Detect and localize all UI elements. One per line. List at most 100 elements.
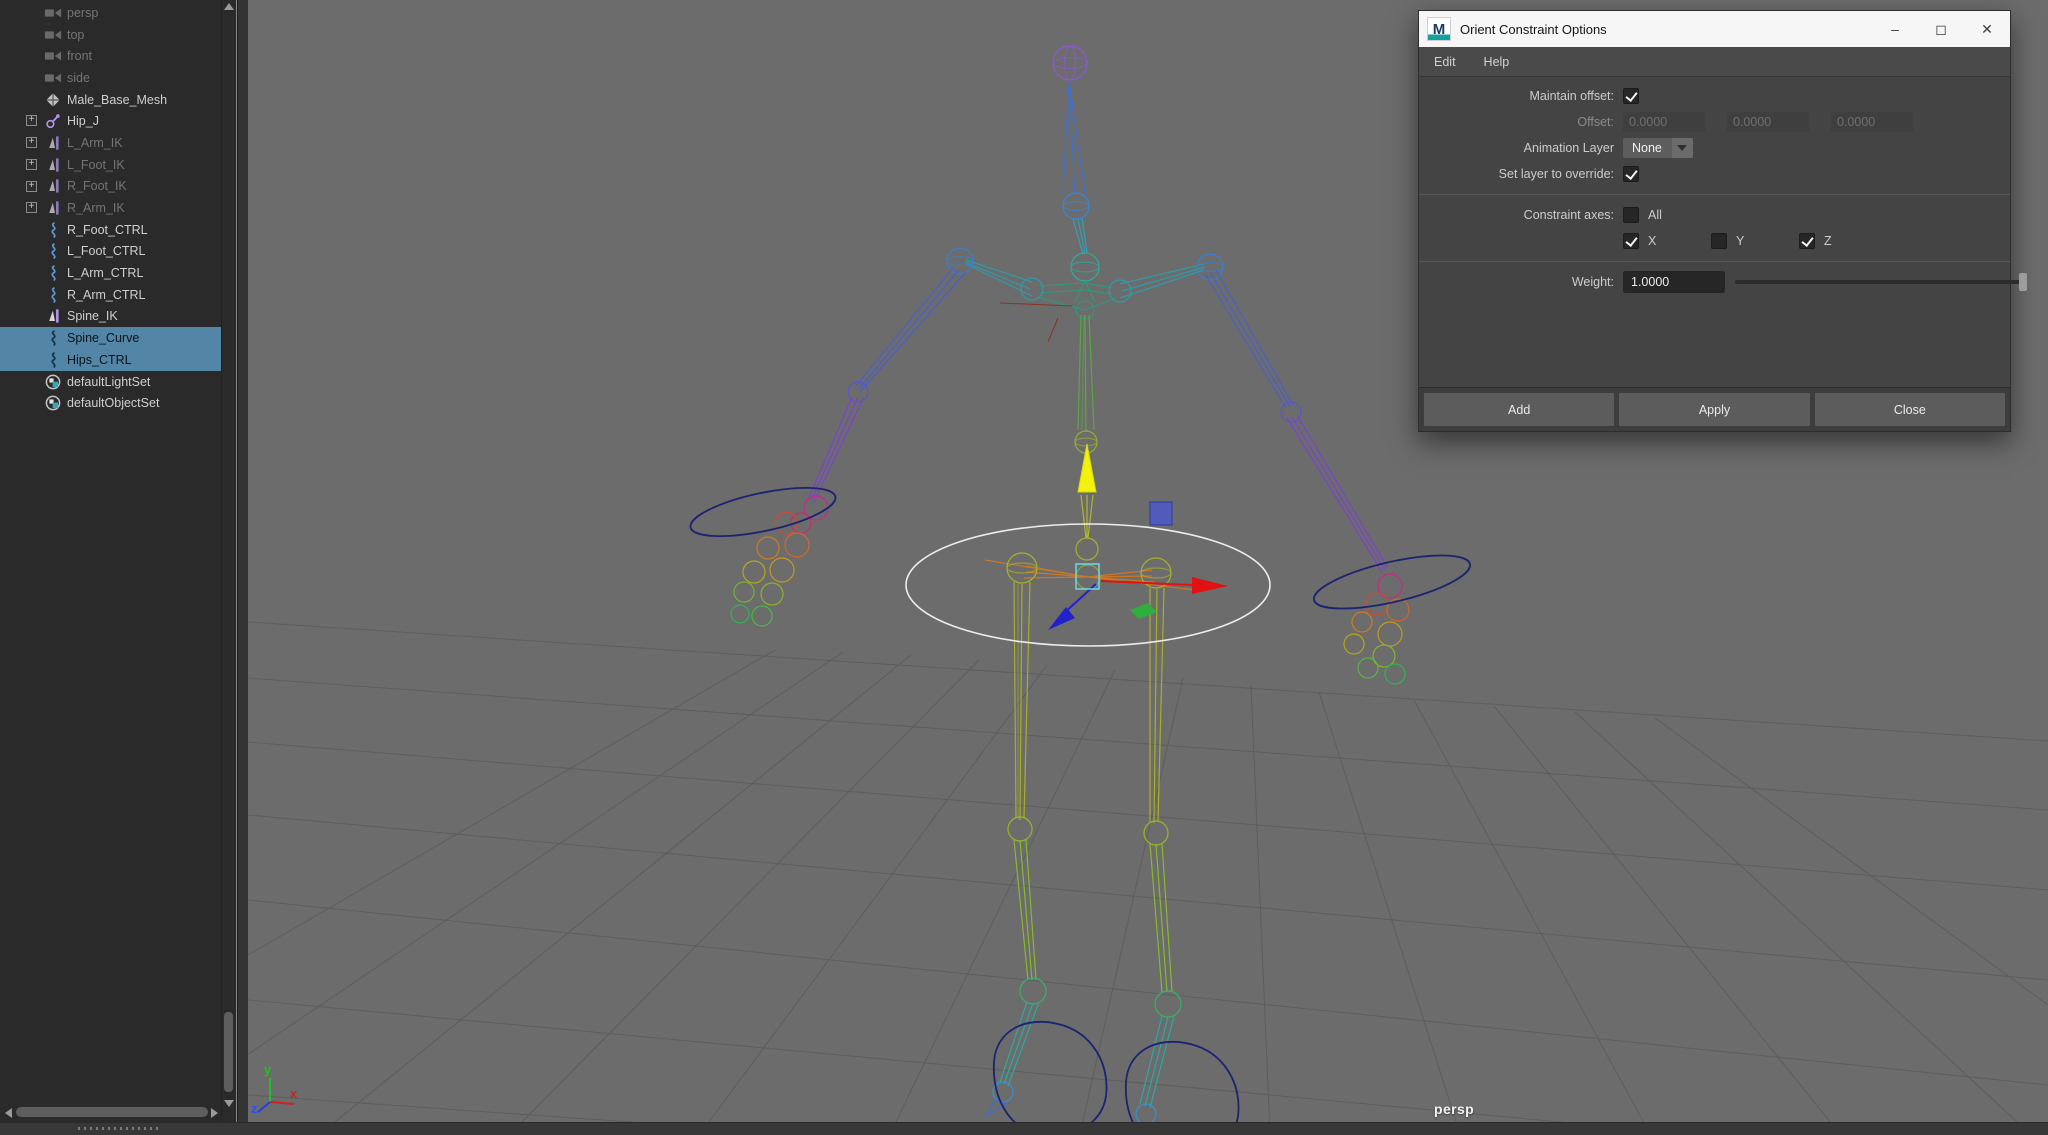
- manipulator-xz-plane-handle: [1130, 603, 1157, 619]
- horizontal-scroll-thumb[interactable]: [16, 1107, 208, 1117]
- axis-z-checkbox[interactable]: [1799, 233, 1815, 249]
- scroll-up-icon[interactable]: [224, 3, 234, 10]
- expand-toggle[interactable]: [26, 159, 37, 170]
- vertical-scroll-thumb[interactable]: [224, 1012, 233, 1092]
- outliner-item-r-arm-ik[interactable]: R_Arm_IK: [0, 197, 221, 219]
- axis-x-label: x: [290, 1086, 298, 1101]
- outliner-item-front[interactable]: front: [0, 45, 221, 67]
- outliner-item-l-foot-ctrl[interactable]: L_Foot_CTRL: [0, 241, 221, 263]
- offset-z-field[interactable]: [1831, 112, 1913, 132]
- orient-constraint-options-dialog: M Orient Constraint Options – ◻ ✕ Edit H…: [1418, 10, 2011, 432]
- outliner-item-top[interactable]: top: [0, 24, 221, 46]
- outliner-item-persp[interactable]: persp: [0, 2, 221, 24]
- outliner-item-label: defaultLightSet: [67, 375, 150, 389]
- outliner-item-side[interactable]: side: [0, 67, 221, 89]
- outliner-item-hips-ctrl[interactable]: Hips_CTRL: [0, 349, 236, 371]
- right-arm-control-circle: [1310, 545, 1475, 620]
- camera-icon: [44, 48, 62, 64]
- outliner-item-label: Hip_J: [67, 114, 99, 128]
- ik-handle-icon: [44, 200, 62, 216]
- curve-icon: [44, 330, 62, 346]
- right-foot-control-curve: [1126, 1042, 1239, 1134]
- panel-divider[interactable]: [237, 0, 248, 1122]
- maximize-icon[interactable]: ◻: [1918, 11, 1964, 47]
- outliner-item-label: R_Foot_CTRL: [67, 223, 148, 237]
- offset-x-field[interactable]: [1623, 112, 1705, 132]
- expand-toggle[interactable]: [26, 115, 37, 126]
- axis-x-checkbox[interactable]: [1623, 233, 1639, 249]
- ik-handle-icon: [44, 178, 62, 194]
- outliner-item-l-arm-ctrl[interactable]: L_Arm_CTRL: [0, 262, 221, 284]
- neck-joint: [1063, 193, 1089, 219]
- outliner-item-label: persp: [67, 6, 98, 20]
- axis-z-label: z: [251, 1101, 258, 1116]
- outliner-item-l-foot-ik[interactable]: L_Foot_IK: [0, 154, 221, 176]
- outliner-item-male-base-mesh[interactable]: Male_Base_Mesh: [0, 89, 221, 111]
- maintain-offset-checkbox[interactable]: [1623, 88, 1639, 104]
- outliner-horizontal-scrollbar[interactable]: [0, 1104, 221, 1122]
- head-joint: [1053, 46, 1087, 80]
- close-icon[interactable]: ✕: [1964, 11, 2010, 47]
- outliner-item-label: Spine_Curve: [67, 331, 139, 345]
- mesh-icon: [44, 92, 62, 108]
- expand-toggle[interactable]: [26, 137, 37, 148]
- outliner-vertical-scrollbar[interactable]: [221, 0, 236, 1122]
- set-icon: [44, 374, 62, 390]
- outliner-item-default-light-set[interactable]: defaultLightSet: [0, 371, 221, 393]
- animation-layer-dropdown[interactable]: None: [1623, 138, 1693, 158]
- scroll-right-icon[interactable]: [211, 1108, 218, 1118]
- outliner-item-r-foot-ik[interactable]: R_Foot_IK: [0, 176, 221, 198]
- axis-y-checkbox[interactable]: [1711, 233, 1727, 249]
- outliner-item-r-foot-ctrl[interactable]: R_Foot_CTRL: [0, 219, 221, 241]
- outliner-item-label: top: [67, 28, 84, 42]
- weight-slider[interactable]: [1735, 271, 2027, 293]
- outliner-item-default-object-set[interactable]: defaultObjectSet: [0, 392, 221, 414]
- set-layer-override-checkbox[interactable]: [1623, 166, 1639, 182]
- outliner-item-label: L_Foot_IK: [67, 158, 125, 172]
- right-hand-joints: [1344, 574, 1409, 684]
- menu-edit[interactable]: Edit: [1434, 55, 1456, 69]
- add-button[interactable]: Add: [1424, 393, 1614, 426]
- curve-icon: [44, 352, 62, 368]
- constraint-axes-label: Constraint axes:: [1419, 208, 1623, 222]
- separator: [1419, 261, 2010, 262]
- apply-button[interactable]: Apply: [1619, 393, 1809, 426]
- minimize-icon[interactable]: –: [1872, 11, 1918, 47]
- dialog-content: Maintain offset: Offset: Animation Layer…: [1419, 77, 2010, 386]
- offset-y-field[interactable]: [1727, 112, 1809, 132]
- outliner-item-label: Male_Base_Mesh: [67, 93, 167, 107]
- maya-logo-icon: M: [1427, 17, 1451, 41]
- slider-groove: [1735, 280, 2027, 284]
- axis-all-checkbox[interactable]: [1623, 207, 1639, 223]
- outliner-item-spine-curve[interactable]: Spine_Curve: [0, 327, 236, 349]
- axis-y-label: Y: [1736, 234, 1744, 248]
- slider-handle[interactable]: [2019, 273, 2027, 291]
- outliner-item-label: defaultObjectSet: [67, 396, 159, 410]
- spine-bones: [1078, 315, 1094, 432]
- outliner-item-l-arm-ik[interactable]: L_Arm_IK: [0, 132, 221, 154]
- expand-toggle[interactable]: [26, 181, 37, 192]
- outliner-item-spine-ik[interactable]: Spine_IK: [0, 306, 221, 328]
- close-button[interactable]: Close: [1815, 393, 2005, 426]
- expand-toggle[interactable]: [26, 202, 37, 213]
- resize-grip-dots[interactable]: [78, 1127, 162, 1130]
- menu-help[interactable]: Help: [1484, 55, 1510, 69]
- manipulator-x-cone: [1192, 577, 1228, 594]
- camera-icon: [44, 70, 62, 86]
- outliner-item-hip-j[interactable]: Hip_J: [0, 110, 221, 132]
- scroll-down-icon[interactable]: [224, 1100, 234, 1107]
- lower-spine-bone: [1076, 495, 1098, 560]
- dialog-title: Orient Constraint Options: [1460, 22, 1607, 37]
- dialog-titlebar[interactable]: M Orient Constraint Options – ◻ ✕: [1419, 11, 2010, 47]
- scroll-left-icon[interactable]: [5, 1108, 12, 1118]
- weight-field[interactable]: [1623, 271, 1725, 293]
- ground-grid: [130, 622, 2048, 1134]
- ik-handle-icon: [44, 157, 62, 173]
- neck-bone: [1063, 81, 1085, 196]
- weight-label: Weight:: [1419, 275, 1623, 289]
- clavicle-web: [1036, 281, 1116, 319]
- outliner-item-label: R_Foot_IK: [67, 179, 127, 193]
- outliner-panel: persp top front side Male_Base_Mesh Hip_…: [0, 0, 237, 1122]
- curve-icon: [44, 243, 62, 259]
- outliner-item-r-arm-ctrl[interactable]: R_Arm_CTRL: [0, 284, 221, 306]
